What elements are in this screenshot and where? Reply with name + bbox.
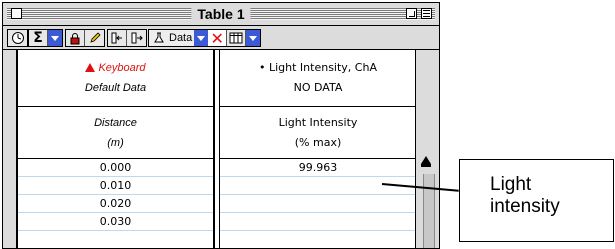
callout-label: Light intensity bbox=[459, 159, 614, 242]
lock-icon[interactable] bbox=[66, 30, 85, 46]
scroll-up-arrow-icon[interactable] bbox=[421, 156, 431, 164]
sigma-icon[interactable]: Σ bbox=[29, 30, 48, 46]
collapse-box-icon[interactable] bbox=[421, 8, 432, 19]
title-bar[interactable]: Table 1 bbox=[3, 3, 439, 26]
column-name: Light Intensity bbox=[278, 115, 358, 129]
vertical-scrollbar[interactable] bbox=[415, 50, 439, 248]
delete-x-icon[interactable]: ✕ bbox=[208, 29, 228, 48]
column-distance[interactable]: Keyboard Default Data Distance (m) 0.000… bbox=[18, 50, 215, 248]
column-source-sub: NO DATA bbox=[293, 81, 343, 94]
data-menu[interactable]: Data bbox=[149, 30, 194, 46]
table-cell[interactable]: 99.963 bbox=[220, 159, 416, 177]
window-title: Table 1 bbox=[191, 5, 251, 23]
close-box-icon[interactable] bbox=[11, 8, 22, 19]
table-cell[interactable]: 0.000 bbox=[18, 159, 213, 177]
table-cell[interactable] bbox=[220, 195, 416, 213]
column-name-header[interactable]: Light Intensity (% max) bbox=[220, 107, 416, 159]
toolbar-group-3 bbox=[65, 29, 105, 47]
sigma-menu-arrow-icon[interactable] bbox=[48, 30, 62, 46]
toolbar-group-2: Σ bbox=[28, 29, 63, 47]
column-source-header: • Light Intensity, ChA NO DATA bbox=[220, 50, 416, 107]
data-menu-label: Data bbox=[169, 32, 193, 44]
table-cell[interactable]: 0.010 bbox=[18, 177, 213, 195]
insert-left-icon[interactable] bbox=[108, 30, 127, 46]
column-name-header[interactable]: Distance (m) bbox=[18, 107, 213, 159]
toolbar-group-4 bbox=[107, 29, 147, 47]
columns-menu-arrow-icon[interactable] bbox=[246, 30, 261, 46]
column-source-sub: Default Data bbox=[84, 82, 147, 94]
column-source-header: Keyboard Default Data bbox=[18, 50, 213, 107]
scroll-track[interactable] bbox=[423, 174, 435, 248]
clock-icon[interactable] bbox=[8, 30, 27, 46]
table-columns-icon[interactable] bbox=[227, 30, 247, 46]
callout-line-1: Light bbox=[490, 174, 532, 195]
pencil-icon[interactable] bbox=[85, 30, 104, 46]
toolbar: Σ Data ✕ bbox=[3, 26, 439, 50]
column-light-intensity[interactable]: • Light Intensity, ChA NO DATA Light Int… bbox=[219, 50, 416, 248]
data-menu-arrow-icon[interactable] bbox=[194, 30, 209, 46]
table-cell[interactable]: 0.030 bbox=[18, 213, 213, 231]
column-source: • Light Intensity, ChA bbox=[259, 61, 377, 74]
row-gutter bbox=[3, 50, 17, 248]
column-unit: (m) bbox=[107, 136, 124, 149]
data-table: Keyboard Default Data Distance (m) 0.000… bbox=[17, 50, 416, 248]
flask-icon bbox=[154, 32, 164, 43]
column-name: Distance bbox=[94, 116, 137, 129]
table-window: Table 1 Σ Data ✕ Keyboard Default Data D… bbox=[2, 2, 440, 249]
callout-line-2: intensity bbox=[490, 196, 560, 217]
column-unit: (% max) bbox=[294, 135, 342, 149]
toolbar-group-1 bbox=[7, 29, 28, 47]
column-source: Keyboard bbox=[98, 62, 146, 74]
table-cell[interactable]: 0.020 bbox=[18, 195, 213, 213]
table-cell[interactable] bbox=[220, 213, 416, 231]
insert-right-icon[interactable] bbox=[127, 30, 146, 46]
keyboard-triangle-icon bbox=[85, 63, 96, 72]
zoom-box-icon[interactable] bbox=[406, 8, 417, 19]
toolbar-group-5: Data ✕ bbox=[148, 29, 262, 48]
table-cell[interactable] bbox=[220, 177, 416, 195]
